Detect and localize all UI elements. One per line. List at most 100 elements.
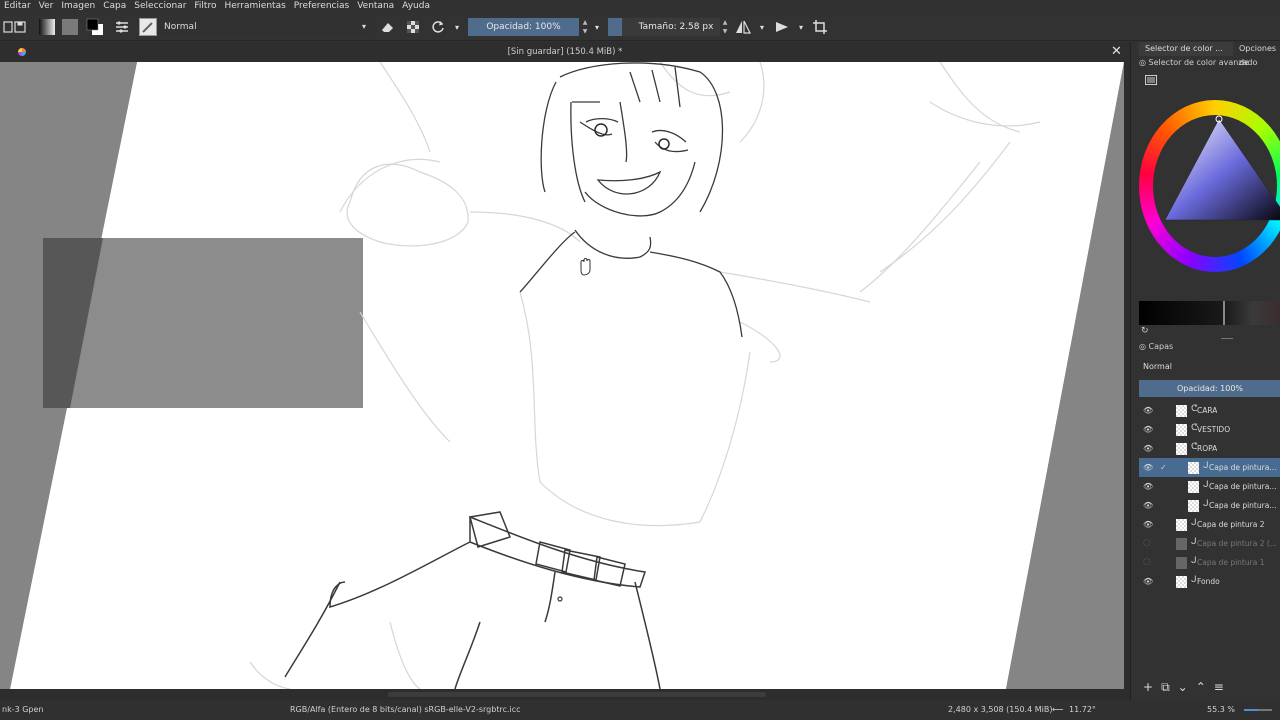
docker-tabs: Selector de color ... Opciones de bbox=[1139, 42, 1280, 67]
zoom-level[interactable]: 55.3 % bbox=[1207, 700, 1235, 720]
menu-item-ayuda[interactable]: Ayuda bbox=[398, 0, 434, 13]
layer-opacity-slider[interactable]: Opacidad: 100% bbox=[1139, 380, 1280, 397]
layer-row[interactable]: ◌ ᒍ Capa de pintura 1 bbox=[1139, 553, 1280, 572]
menu-item-filtro[interactable]: Filtro bbox=[190, 0, 220, 13]
toolbar: Normal ▾ ▾ Opacidad: 100% ▲ ▼ ▾ Tamaño: 2… bbox=[0, 13, 1280, 41]
inherit-alpha-icon[interactable]: ᒍ bbox=[1203, 476, 1209, 495]
eye-hidden-icon[interactable]: ◌ bbox=[1143, 553, 1151, 572]
move-up-icon[interactable]: ⌃ bbox=[1196, 680, 1206, 694]
scrollbar-thumb[interactable] bbox=[388, 692, 766, 697]
zoom-slider[interactable] bbox=[1244, 709, 1272, 711]
size-slider[interactable]: Tamaño: 2.58 px bbox=[608, 18, 720, 36]
eraser-icon[interactable] bbox=[378, 17, 396, 37]
eye-icon[interactable]: 👁 bbox=[1143, 401, 1153, 420]
layers-toggle-icon[interactable]: ◎ bbox=[1139, 342, 1149, 351]
eye-icon[interactable]: 👁 bbox=[1143, 572, 1153, 591]
layer-thumbnail bbox=[1176, 405, 1187, 417]
size-spin-arrows-icon[interactable]: ▲ ▼ bbox=[720, 18, 730, 36]
inherit-alpha-icon[interactable]: ᒍ bbox=[1191, 552, 1197, 571]
layer-name: CARA bbox=[1197, 406, 1218, 415]
menu-item-imagen[interactable]: Imagen bbox=[57, 0, 99, 13]
refresh-icon[interactable]: ↻ bbox=[1141, 326, 1149, 336]
layer-row[interactable]: 👁 ᒍ Capa de pintura... bbox=[1139, 477, 1280, 496]
reload-preset-icon[interactable] bbox=[429, 17, 447, 37]
eye-hidden-icon[interactable]: ◌ bbox=[1143, 534, 1151, 553]
opacity-slider[interactable]: Opacidad: 100% bbox=[468, 18, 579, 36]
layer-row[interactable]: 👁 ✓ ᒍ Capa de pintura... bbox=[1139, 458, 1280, 477]
image-dimensions: 2,480 x 3,508 (150.4 MiB) bbox=[948, 705, 1053, 714]
brush-preset-icon[interactable] bbox=[138, 17, 158, 37]
inherit-alpha-icon[interactable]: ᒍ bbox=[1191, 533, 1197, 552]
layer-thumbnail bbox=[1188, 500, 1199, 512]
menu-item-editar[interactable]: Editar bbox=[0, 0, 35, 13]
inherit-alpha-icon[interactable]: ᒍ bbox=[1203, 457, 1209, 476]
layer-thumbnail bbox=[1176, 576, 1187, 588]
canvas[interactable] bbox=[0, 62, 1130, 689]
menu-item-herramientas[interactable]: Herramientas bbox=[220, 0, 289, 13]
color-history-bar[interactable] bbox=[1139, 301, 1280, 325]
menu-item-preferencias[interactable]: Preferencias bbox=[290, 0, 353, 13]
mirror-vertical-icon[interactable] bbox=[773, 17, 791, 37]
chevron-down-icon[interactable]: ▾ bbox=[592, 17, 602, 37]
eye-icon[interactable]: 👁 bbox=[1143, 477, 1153, 496]
canvas-horizontal-scrollbar[interactable] bbox=[0, 689, 1130, 700]
menu-item-ver[interactable]: Ver bbox=[35, 0, 58, 13]
layer-row[interactable]: 👁 ᒍ Fondo bbox=[1139, 572, 1280, 591]
brush-name[interactable]: nk-3 Gpen bbox=[2, 700, 44, 720]
color-wheel[interactable] bbox=[1139, 100, 1280, 272]
layer-name: Capa de pintura... bbox=[1209, 463, 1277, 472]
inherit-alpha-icon[interactable]: ᒍ bbox=[1203, 495, 1209, 514]
document-tab[interactable]: [Sin guardar] (150.4 MiB) * ✕ bbox=[0, 42, 1130, 62]
layer-row[interactable]: 👁 ᒍ Capa de pintura... bbox=[1139, 496, 1280, 515]
menu-item-ventana[interactable]: Ventana bbox=[353, 0, 398, 13]
close-icon[interactable]: ✕ bbox=[1111, 44, 1122, 59]
document-title: [Sin guardar] (150.4 MiB) * bbox=[507, 47, 623, 57]
gradient-preset-icon[interactable] bbox=[37, 17, 57, 37]
chevron-down-icon[interactable]: ▾ bbox=[796, 17, 806, 37]
layer-row[interactable]: 👁 ᕦ VESTIDO bbox=[1139, 420, 1280, 439]
menu-item-seleccionar[interactable]: Seleccionar bbox=[130, 0, 190, 13]
add-layer-icon[interactable]: + bbox=[1143, 680, 1153, 694]
layer-row[interactable]: 👁 ᕦ CARA bbox=[1139, 401, 1280, 420]
move-down-icon[interactable]: ⌄ bbox=[1178, 680, 1188, 694]
color-selector-toggle-icon[interactable]: ◎ bbox=[1139, 58, 1149, 67]
menu-item-capa[interactable]: Capa bbox=[99, 0, 130, 13]
layer-row[interactable]: ◌ ᒍ Capa de pintura 2 (... bbox=[1139, 534, 1280, 553]
chevron-down-icon[interactable]: ▾ bbox=[757, 17, 767, 37]
layer-thumbnail bbox=[1176, 424, 1187, 436]
blend-mode-select[interactable]: Normal ▾ bbox=[160, 18, 370, 36]
pattern-preset-icon[interactable] bbox=[60, 17, 80, 37]
save-icon[interactable] bbox=[12, 17, 28, 37]
duplicate-layer-icon[interactable]: ⧉ bbox=[1161, 680, 1170, 695]
layer-name: VESTIDO bbox=[1197, 425, 1231, 434]
eye-icon[interactable]: 👁 bbox=[1143, 515, 1153, 534]
mirror-horizontal-icon[interactable] bbox=[734, 17, 752, 37]
wrap-around-icon[interactable] bbox=[811, 17, 829, 37]
preserve-alpha-icon[interactable] bbox=[404, 17, 422, 37]
layer-name: Capa de pintura 2 bbox=[1197, 520, 1265, 529]
chevron-down-icon[interactable]: ▾ bbox=[452, 17, 462, 37]
check-icon[interactable]: ✓ bbox=[1160, 458, 1167, 477]
docker-panel: Selector de color ... Opciones de ◎ Sele… bbox=[1130, 42, 1280, 700]
layer-row[interactable]: 👁 ᕦ ROPA bbox=[1139, 439, 1280, 458]
inherit-alpha-icon[interactable]: ᒍ bbox=[1191, 514, 1197, 533]
eye-icon[interactable]: 👁 bbox=[1143, 458, 1153, 477]
canvas-drawing[interactable] bbox=[0, 62, 1130, 689]
brush-settings-icon[interactable] bbox=[114, 17, 130, 37]
rotation-angle[interactable]: 11.72° bbox=[1069, 700, 1096, 720]
foreground-background-color-icon[interactable] bbox=[84, 17, 106, 37]
eye-icon[interactable]: 👁 bbox=[1143, 496, 1153, 515]
splitter-handle[interactable] bbox=[1221, 338, 1233, 339]
layer-row[interactable]: 👁 ᒍ Capa de pintura 2 bbox=[1139, 515, 1280, 534]
layer-blend-mode-select[interactable]: Normal bbox=[1139, 360, 1280, 374]
eye-icon[interactable]: 👁 bbox=[1143, 420, 1153, 439]
tab-color-selector[interactable]: Selector de color ... bbox=[1139, 42, 1233, 56]
menu-bar: Editar Ver Imagen Capa Seleccionar Filtro Herr… bbox=[0, 0, 1280, 13]
color-selector-settings-icon[interactable] bbox=[1145, 75, 1157, 88]
opacity-spin-arrows-icon[interactable]: ▲ ▼ bbox=[580, 18, 590, 36]
eye-icon[interactable]: 👁 bbox=[1143, 439, 1153, 458]
layer-thumbnail bbox=[1176, 519, 1187, 531]
tab-tool-options[interactable]: Opciones de bbox=[1233, 42, 1280, 67]
inherit-alpha-icon[interactable]: ᒍ bbox=[1191, 571, 1197, 590]
layer-properties-icon[interactable]: ≡ bbox=[1214, 680, 1224, 694]
